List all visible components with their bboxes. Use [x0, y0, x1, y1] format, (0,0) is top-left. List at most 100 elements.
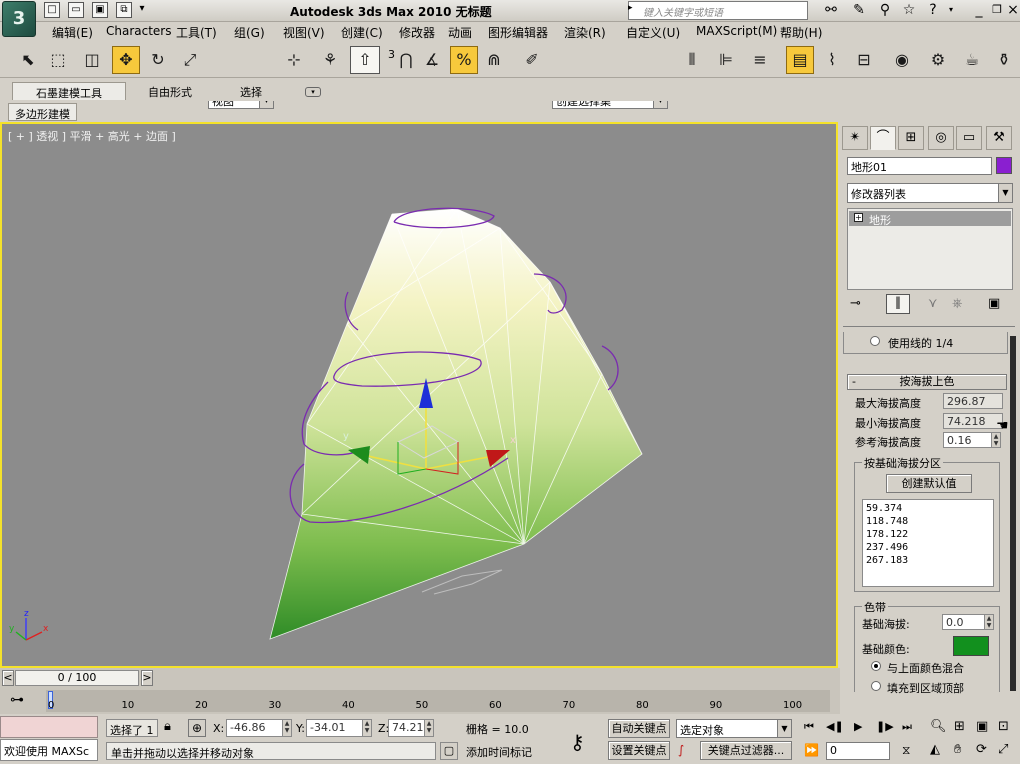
zone-item[interactable]: 118.748: [866, 515, 990, 528]
tab-freeform[interactable]: 自由形式: [136, 82, 204, 100]
select-object-icon[interactable]: ⬉: [14, 46, 42, 74]
time-tag-icon[interactable]: ▢: [440, 742, 458, 760]
expand-icon[interactable]: +: [854, 213, 863, 222]
new-file-icon[interactable]: □: [44, 2, 60, 18]
tab-create[interactable]: ✴: [842, 126, 868, 150]
menu-rendering[interactable]: 渲染(R): [564, 24, 606, 41]
zone-item[interactable]: 178.122: [866, 528, 990, 541]
spinner-arrows-icon[interactable]: ▲ ▼: [984, 615, 993, 629]
menu-edit[interactable]: 编辑(E): [52, 24, 93, 41]
select-and-manipulate-icon[interactable]: ⚘: [316, 46, 344, 74]
zoom-icon[interactable]: 🔍︎: [930, 719, 947, 734]
zones-list[interactable]: 59.374 118.748 178.122 237.496 267.183: [862, 499, 994, 587]
select-and-move-icon[interactable]: ✥: [112, 46, 140, 74]
zoom-all-icon[interactable]: ⊞: [954, 719, 965, 734]
spinner-snap-icon[interactable]: ⋒: [480, 46, 508, 74]
stack-item-terrain[interactable]: + 地形: [849, 211, 1011, 227]
menu-characters[interactable]: Characters: [106, 24, 172, 38]
configure-modifier-sets-icon[interactable]: ▣: [988, 296, 1000, 311]
create-defaults-button[interactable]: 创建默认值: [886, 474, 972, 493]
rendered-frame-window-icon[interactable]: ☕: [958, 46, 986, 74]
maxscript-mini-listener[interactable]: 欢迎使用 MAXSc: [0, 739, 98, 761]
snaps-toggle-icon[interactable]: ⋂: [392, 46, 420, 74]
radio-blend-above[interactable]: [871, 661, 881, 671]
base-elevation-spinner[interactable]: 0.0 ▲ ▼: [942, 614, 994, 630]
auto-key-button[interactable]: 自动关键点: [608, 719, 670, 738]
spinner-arrows-icon[interactable]: ▲ ▼: [362, 720, 371, 736]
orbit-icon[interactable]: ⟳: [976, 742, 987, 757]
menu-views[interactable]: 视图(V): [283, 24, 325, 41]
subtab-polygon-modeling[interactable]: 多边形建模: [8, 103, 77, 121]
panel-scrollbar[interactable]: [1010, 336, 1016, 691]
perspective-viewport[interactable]: [ + ] 透视 ] 平滑 + 高光 + 边面 ] y x z x y: [0, 122, 838, 668]
quick-access-dropdown-icon[interactable]: ▾: [136, 2, 148, 18]
help-dropdown-icon[interactable]: ▾: [942, 2, 960, 19]
rollout-color-by-elevation[interactable]: - 按海拔上色: [847, 374, 1007, 390]
pan-view-icon[interactable]: ✋︎: [954, 742, 961, 757]
menu-animation[interactable]: 动画: [448, 24, 472, 41]
material-editor-icon[interactable]: ◉: [888, 46, 916, 74]
angle-snap-icon[interactable]: ∡: [418, 46, 446, 74]
set-key-icon[interactable]: ⚷: [570, 730, 585, 754]
tab-modify[interactable]: ⌒: [870, 126, 896, 150]
help-icon[interactable]: ?: [924, 2, 942, 19]
minimize-icon[interactable]: _: [970, 2, 988, 19]
menu-maxscript[interactable]: MAXScript(M): [696, 24, 777, 38]
window-crossing-icon[interactable]: ◫: [78, 46, 106, 74]
set-key-button[interactable]: 设置关键点: [608, 741, 670, 760]
time-prev-button[interactable]: <: [2, 670, 14, 686]
absolute-mode-icon[interactable]: ⊕: [188, 719, 206, 737]
favorites-star-icon[interactable]: ☆: [900, 2, 918, 19]
key-tool-icon[interactable]: ✎: [850, 2, 868, 19]
menu-tools[interactable]: 工具(T): [176, 24, 217, 41]
zone-item[interactable]: 237.496: [866, 541, 990, 554]
layer-manager-icon[interactable]: ≡: [746, 46, 774, 74]
current-frame-field[interactable]: 0: [826, 742, 890, 760]
percent-snap-icon[interactable]: %: [450, 46, 478, 74]
tab-selection[interactable]: 选择: [228, 82, 274, 100]
object-name-field[interactable]: 地形01: [847, 157, 992, 175]
spinner-arrows-icon[interactable]: ▲ ▼: [282, 720, 291, 736]
pivot-center-icon[interactable]: ⊹: [280, 46, 308, 74]
render-setup-icon[interactable]: ⚙: [924, 46, 952, 74]
zone-item[interactable]: 59.374: [866, 502, 990, 515]
zoom-extents-all-icon[interactable]: ⊡: [998, 719, 1009, 734]
ribbon-minimize-icon[interactable]: ▾: [305, 87, 321, 97]
object-color-swatch[interactable]: [996, 157, 1012, 174]
menu-group[interactable]: 组(G): [234, 24, 265, 41]
time-next-button[interactable]: >: [141, 670, 153, 686]
pin-icon[interactable]: ⚲: [876, 2, 894, 19]
panel-scroll-thumb[interactable]: [1010, 336, 1016, 691]
spinner-arrows-icon[interactable]: ▲ ▼: [991, 433, 1000, 447]
align-icon[interactable]: ⊫: [712, 46, 740, 74]
rectangular-selection-icon[interactable]: ⬚: [44, 46, 72, 74]
tab-motion[interactable]: ◎: [928, 126, 954, 150]
mirror-icon[interactable]: ⫴: [678, 46, 706, 74]
reference-elevation-spinner[interactable]: 0.16 ▲ ▼: [943, 432, 1001, 448]
app-logo-icon[interactable]: 3: [2, 1, 36, 37]
remove-modifier-icon[interactable]: ⎈: [952, 296, 962, 311]
terrain-mesh[interactable]: [270, 209, 642, 639]
menu-customize[interactable]: 自定义(U): [626, 24, 680, 41]
zone-item[interactable]: 267.183: [866, 554, 990, 567]
radio-quarter-line[interactable]: [870, 336, 880, 346]
save-copy-icon[interactable]: ⧉: [116, 2, 132, 18]
time-slider[interactable]: < 0 / 100 >: [0, 668, 840, 688]
modifier-list-combo[interactable]: 修改器列表 ▼: [847, 183, 1013, 203]
field-of-view-icon[interactable]: ◭: [930, 742, 940, 757]
base-color-swatch[interactable]: [953, 636, 989, 656]
tab-graphite-modeling[interactable]: 石墨建模工具: [12, 82, 126, 100]
schematic-view-icon[interactable]: ⊟: [850, 46, 878, 74]
search-input[interactable]: 键入关键字或短语: [628, 1, 808, 20]
tab-utilities[interactable]: ⚒: [986, 126, 1012, 150]
select-and-scale-icon[interactable]: ⤢: [176, 46, 204, 74]
z-coordinate-spinner[interactable]: 74.218 ▲ ▼: [388, 719, 434, 737]
select-and-rotate-icon[interactable]: ↻: [144, 46, 172, 74]
make-unique-icon[interactable]: ⋎: [928, 296, 938, 311]
previous-frame-icon[interactable]: ◀❚: [826, 720, 844, 733]
default-in-out-tangent-icon[interactable]: ∫: [678, 743, 684, 757]
menu-create[interactable]: 创建(C): [341, 24, 383, 41]
graphite-modeling-tools-icon[interactable]: ▤: [786, 46, 814, 74]
quick-render-icon[interactable]: ⚱: [990, 46, 1018, 74]
curve-editor-icon[interactable]: ⌇: [818, 46, 846, 74]
